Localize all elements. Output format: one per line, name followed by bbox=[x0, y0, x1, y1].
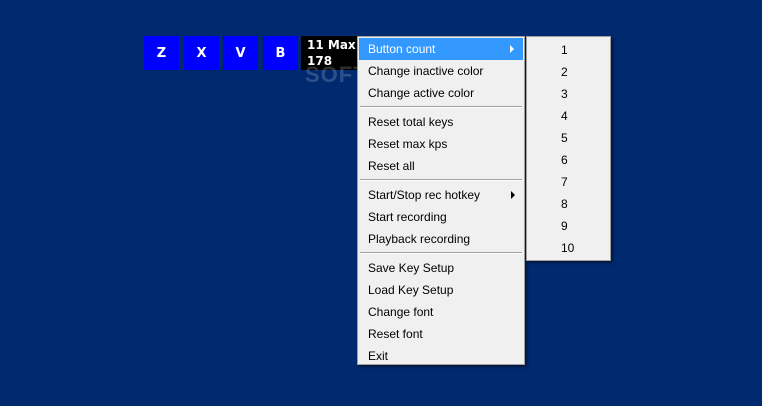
menu-item-label: Start/Stop rec hotkey bbox=[368, 188, 481, 202]
menu-item-reset-font[interactable]: Reset font bbox=[358, 323, 524, 345]
key-button-x[interactable]: X bbox=[184, 36, 219, 70]
menu-item-label: Load Key Setup bbox=[368, 283, 454, 297]
menu-item-label: Start recording bbox=[368, 210, 447, 224]
menu-item-label: Change active color bbox=[368, 86, 475, 100]
menu-item-button-count[interactable]: Button count bbox=[359, 38, 523, 60]
submenu-item-7[interactable]: 7 bbox=[527, 171, 610, 193]
submenu-item-4[interactable]: 4 bbox=[527, 105, 610, 127]
submenu-arrow-icon bbox=[510, 45, 514, 53]
key-button-z[interactable]: Z bbox=[144, 36, 179, 70]
menu-item-start-recording[interactable]: Start recording bbox=[358, 206, 524, 228]
menu-item-save-key-setup[interactable]: Save Key Setup bbox=[358, 257, 524, 279]
menu-item-change-inactive-color[interactable]: Change inactive color bbox=[358, 60, 524, 82]
menu-item-playback-recording[interactable]: Playback recording bbox=[358, 228, 524, 250]
menu-item-reset-total-keys[interactable]: Reset total keys bbox=[358, 111, 524, 133]
kps-stats-panel: 11 Max 178 bbox=[301, 36, 357, 70]
menu-item-label: Reset total keys bbox=[368, 115, 454, 129]
submenu-item-5[interactable]: 5 bbox=[527, 127, 610, 149]
kps-current-max: 11 Max bbox=[307, 38, 356, 52]
menu-separator bbox=[360, 252, 522, 254]
submenu-item-1[interactable]: 1 bbox=[527, 39, 610, 61]
menu-item-label: Save Key Setup bbox=[368, 261, 455, 275]
submenu-item-3[interactable]: 3 bbox=[527, 83, 610, 105]
menu-separator bbox=[360, 179, 522, 181]
menu-item-label: Exit bbox=[368, 349, 389, 363]
menu-item-start-stop-rec-hotkey[interactable]: Start/Stop rec hotkey bbox=[358, 184, 524, 206]
kps-total-keys: 178 bbox=[307, 54, 333, 68]
menu-item-reset-all[interactable]: Reset all bbox=[358, 155, 524, 177]
submenu-item-8[interactable]: 8 bbox=[527, 193, 610, 215]
key-button-v[interactable]: V bbox=[223, 36, 258, 70]
menu-item-label: Reset font bbox=[368, 327, 423, 341]
submenu-item-10[interactable]: 10 bbox=[527, 237, 610, 259]
menu-item-label: Change font bbox=[368, 305, 434, 319]
menu-separator bbox=[360, 106, 522, 108]
submenu-item-2[interactable]: 2 bbox=[527, 61, 610, 83]
menu-item-exit[interactable]: Exit bbox=[358, 345, 524, 367]
menu-item-label: Button count bbox=[368, 42, 436, 56]
menu-item-label: Reset all bbox=[368, 159, 415, 173]
submenu-item-6[interactable]: 6 bbox=[527, 149, 610, 171]
button-count-submenu: 1 2 3 4 5 6 7 8 9 10 bbox=[526, 36, 611, 261]
submenu-item-9[interactable]: 9 bbox=[527, 215, 610, 237]
menu-item-change-active-color[interactable]: Change active color bbox=[358, 82, 524, 104]
key-button-b[interactable]: B bbox=[263, 36, 298, 70]
submenu-arrow-icon bbox=[511, 191, 515, 199]
context-menu: Button count Change inactive color Chang… bbox=[357, 36, 525, 365]
menu-item-label: Change inactive color bbox=[368, 64, 484, 78]
menu-item-load-key-setup[interactable]: Load Key Setup bbox=[358, 279, 524, 301]
menu-item-reset-max-kps[interactable]: Reset max kps bbox=[358, 133, 524, 155]
menu-item-change-font[interactable]: Change font bbox=[358, 301, 524, 323]
menu-item-label: Playback recording bbox=[368, 232, 471, 246]
menu-item-label: Reset max kps bbox=[368, 137, 448, 151]
